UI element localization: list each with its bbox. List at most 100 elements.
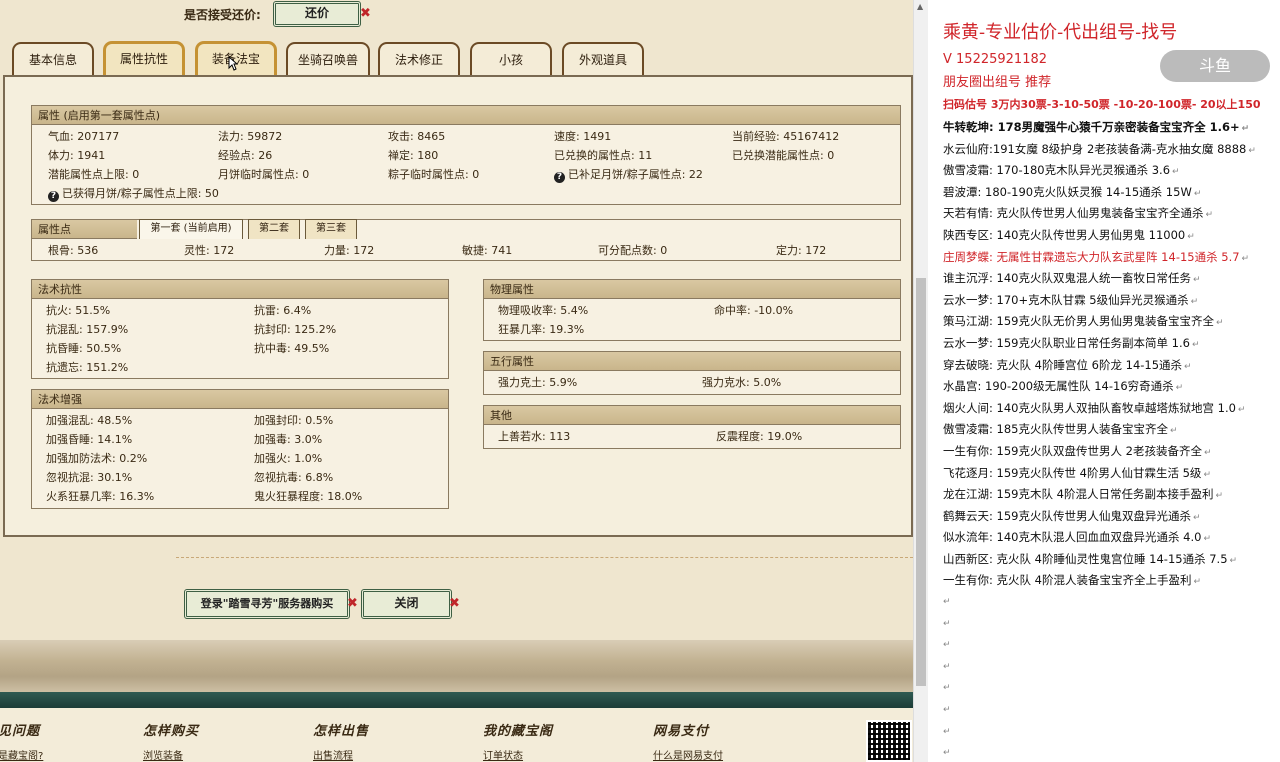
points-tab-set1[interactable]: 第一套 (当前启用)	[139, 219, 243, 239]
close-x-icon: ✖	[347, 596, 358, 611]
help-icon[interactable]: ?	[554, 172, 565, 183]
resist-row: 抗昏睡: 50.5% 抗中毒: 49.5%	[40, 339, 440, 358]
close-x-icon[interactable]: ✖	[360, 6, 371, 21]
attr-speed: 速度: 1491	[554, 130, 612, 143]
phys-crit: 狂暴几率: 19.3%	[498, 323, 585, 336]
notes-line: 穿去破晓: 克火队 4阶睡宫位 6阶龙 14-15通杀 ↵	[943, 357, 1192, 372]
phys-hit: 命中率: -10.0%	[714, 304, 794, 317]
mouse-cursor-icon	[228, 56, 238, 71]
close-button[interactable]: 关闭	[361, 589, 452, 619]
points-constitution: 根骨: 536	[48, 244, 99, 257]
footer-col: 见问题 是藏宝阁?	[0, 720, 43, 762]
boost-title: 法术增强	[32, 390, 448, 409]
counter-offer-button[interactable]: 还价	[273, 1, 361, 27]
footer-link[interactable]: 订单状态	[483, 747, 553, 762]
return-mark-icon: ↵	[1215, 318, 1224, 329]
fire-crit-rate: 火系狂暴几率: 16.3%	[46, 490, 155, 503]
points-spirit: 灵性: 172	[184, 244, 235, 257]
notes-line: 水晶宫: 190-200级无属性队 14-16穷奇通杀 ↵	[943, 379, 1184, 394]
points-available: 可分配点数: 0	[598, 244, 668, 257]
resist-thunder: 抗雷: 6.4%	[254, 304, 312, 317]
resist-row: 抗遗忘: 151.2%	[40, 358, 440, 377]
resist-sleep: 抗昏睡: 50.5%	[46, 342, 122, 355]
footer-link[interactable]: 浏览装备	[143, 747, 199, 762]
return-mark-icon: ↵	[943, 683, 951, 694]
scrollbar[interactable]: ▲	[913, 0, 928, 762]
points-row: 根骨: 536 灵性: 172 力量: 172 敏捷: 741 可分配点数: 0…	[40, 241, 892, 260]
notes-line: 似水流年: 140克木队混人回血血双盘异光通杀 4.0 ↵	[943, 530, 1211, 545]
attr-meditation: 禅定: 180	[388, 149, 439, 162]
wuxing-title: 五行属性	[484, 352, 900, 371]
close-x-icon: ✖	[449, 596, 460, 611]
footer-title: 我的藏宝阁	[483, 724, 554, 739]
points-tab-set3[interactable]: 第三套	[305, 219, 357, 239]
physical-row: 狂暴几率: 19.3%	[492, 320, 892, 339]
attr-row: 气血: 207177 法力: 59872 攻击: 8465 速度: 1491 当…	[40, 127, 892, 146]
tab-child[interactable]: 小孩	[470, 42, 552, 76]
footer-col: 我的藏宝阁 订单状态	[483, 720, 553, 762]
other-water: 上善若水: 113	[498, 430, 571, 443]
footer-link[interactable]: 是藏宝阁?	[0, 747, 43, 762]
attr-exchanged-potential: 已兑换潜能属性点: 0	[732, 149, 835, 162]
return-mark-icon: ↵	[1248, 145, 1256, 156]
notes-line: 山西新区: 克火队 4阶睡仙灵性鬼宫位睡 14-15通杀 7.5 ↵	[943, 551, 1238, 566]
footer-link[interactable]: 出售流程	[313, 747, 369, 762]
attr-exp-points: 经验点: 26	[218, 149, 273, 162]
notes-line: 陕西专区: 140克火队传世男人男仙男鬼 11000 ↵	[943, 227, 1195, 242]
help-icon[interactable]: ?	[48, 191, 59, 202]
wuxing-earth: 强力克土: 5.9%	[498, 376, 578, 389]
tab-appearance[interactable]: 外观道具	[562, 42, 644, 76]
other-row: 上善若水: 113 反震程度: 19.0%	[492, 427, 892, 446]
notes-scan-price: 扫码估号 3万内30票-3-10-50票 -10-20-100票- 20以上15…	[943, 98, 1261, 111]
footer-title: 网易支付	[653, 724, 710, 739]
footer-title: 见问题	[0, 724, 41, 739]
ignore-poison: 忽视抗毒: 6.8%	[254, 471, 334, 484]
notes-line: 傲雪凌霜: 185克火队传世男人装备宝宝齐全 ↵	[943, 422, 1178, 437]
notes-phone: V 15225921182	[943, 52, 1048, 67]
return-mark-icon: ↵	[1175, 383, 1184, 394]
points-strength: 力量: 172	[324, 244, 375, 257]
tab-basic-info[interactable]: 基本信息	[12, 42, 94, 76]
boost-box: 法术增强 加强混乱: 48.5% 加强封印: 0.5% 加强昏睡: 14.1% 加强…	[31, 389, 449, 509]
login-buy-button[interactable]: 登录"踏雪寻芳"服务器购买	[184, 589, 350, 619]
notes-line: 谁主沉浮: 140克火队双鬼混人统一畜牧日常任务 ↵	[943, 271, 1201, 286]
tab-bar: 基本信息 属性抗性 装备法宝 坐骑召唤兽 法术修正 小孩 外观道具	[12, 41, 912, 76]
return-mark-icon: ↵	[1192, 275, 1201, 286]
return-mark-icon: ↵	[1203, 469, 1211, 480]
return-mark-icon: ↵	[1241, 124, 1250, 134]
attr-row: ? 已获得月饼/粽子属性点上限: 50	[40, 184, 892, 203]
physical-row: 物理吸收率: 5.4% 命中率: -10.0%	[492, 301, 892, 320]
points-agility: 敏捷: 741	[462, 244, 513, 257]
detail-panel: 属性 (启用第一套属性点) 气血: 207177 法力: 59872 攻击: 8…	[3, 75, 913, 537]
phys-absorb: 物理吸收率: 5.4%	[498, 304, 589, 317]
attr-exchanged: 已兑换的属性点: 11	[554, 149, 653, 162]
scroll-thumb[interactable]	[916, 278, 926, 686]
return-mark-icon: ↵	[1241, 253, 1250, 264]
return-mark-icon: ↵	[943, 726, 951, 737]
tab-mount-summon[interactable]: 坐骑召唤兽	[286, 42, 370, 76]
points-tab-set2[interactable]: 第二套	[248, 219, 300, 239]
site-footer: 见问题 是藏宝阁? 怎样购买 浏览装备 怎样出售 出售流程 我的藏宝阁 订单状态…	[0, 708, 913, 762]
return-mark-icon: ↵	[943, 597, 951, 608]
notes-line: 一生有你: 克火队 4阶混人装备宝宝齐全上手盈利 ↵	[943, 573, 1202, 588]
return-mark-icon: ↵	[1191, 339, 1200, 350]
attr-hp: 气血: 207177	[48, 130, 120, 143]
notes-line: 飞花逐月: 159克火队传世 4阶男人仙甘霖生活 5级 ↵	[943, 465, 1211, 480]
footer-title: 怎样出售	[313, 724, 370, 739]
physical-box: 物理属性 物理吸收率: 5.4% 命中率: -10.0% 狂暴几率: 19.3%	[483, 279, 901, 341]
boost-row: 加强加防法术: 0.2% 加强火: 1.0%	[40, 449, 440, 468]
other-box: 其他 上善若水: 113 反震程度: 19.0%	[483, 405, 901, 449]
footer-title: 怎样购买	[143, 724, 200, 739]
footer-link[interactable]: 什么是网易支付	[653, 747, 723, 762]
wuxing-water: 强力克水: 5.0%	[702, 376, 782, 389]
ignore-chaos: 忽视抗混: 30.1%	[46, 471, 133, 484]
tab-spell-correction[interactable]: 法术修正	[378, 42, 460, 76]
qr-code-icon	[866, 720, 912, 762]
notes-line: 傲雪凌霜: 170-180克木队异光灵猴通杀 3.6 ↵	[943, 163, 1180, 178]
tab-attr-resist[interactable]: 属性抗性	[103, 41, 185, 75]
return-mark-icon: ↵	[943, 705, 951, 716]
stream-watermark: 斗鱼	[1160, 50, 1270, 82]
scroll-up-icon[interactable]: ▲	[917, 2, 923, 11]
return-mark-icon: ↵	[1203, 534, 1211, 545]
boost-seal: 加强封印: 0.5%	[254, 414, 334, 427]
